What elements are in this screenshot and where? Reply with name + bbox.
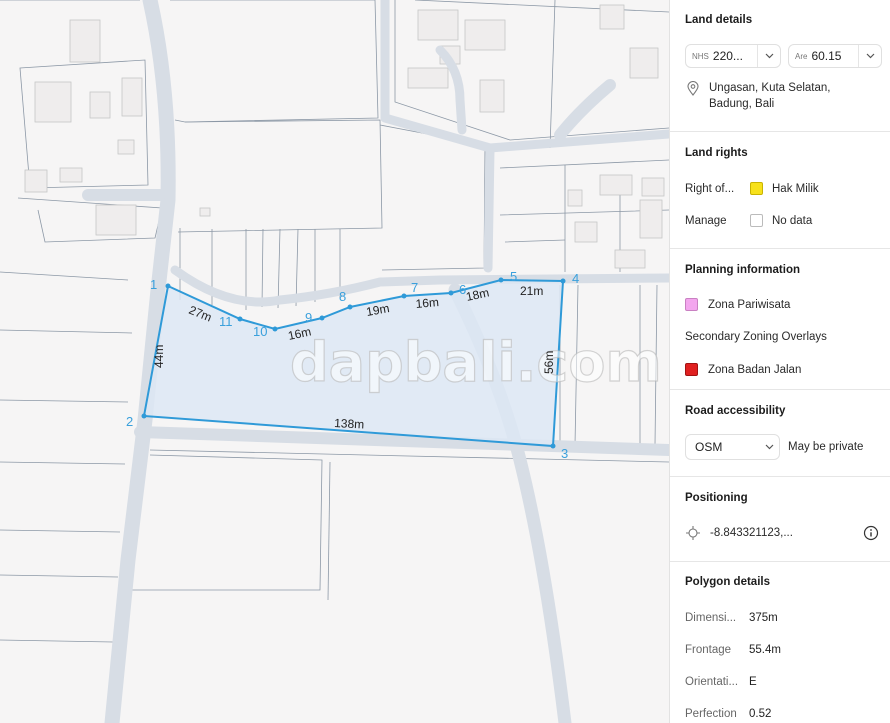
edge-length-label: 44m xyxy=(152,345,166,368)
area-prefix: Are xyxy=(795,51,808,61)
polygon-row-orientation: Orientati... E xyxy=(685,676,757,688)
overlay-color-swatch xyxy=(685,363,698,376)
vertex-label-5: 5 xyxy=(510,269,517,284)
overlay-value: Zona Badan Jalan xyxy=(708,363,802,376)
orientation-label: Orientati... xyxy=(685,676,739,688)
positioning-section: Positioning -8.843321123,... xyxy=(670,477,890,562)
vertex-dot-11[interactable] xyxy=(237,316,243,322)
road-source-value: OSM xyxy=(695,440,723,454)
polygon-title: Polygon details xyxy=(685,576,770,588)
vertex-dot-4[interactable] xyxy=(560,278,566,284)
map-svg[interactable]: 1 2 3 4 5 6 7 8 9 10 11 dapbali.com 27m … xyxy=(0,0,669,723)
vertex-dot-2[interactable] xyxy=(141,413,147,419)
location-pin-icon xyxy=(687,81,699,99)
vertex-dot-6[interactable] xyxy=(448,290,454,296)
area-value: 60.15 xyxy=(811,49,842,63)
land-details-title: Land details xyxy=(685,14,753,26)
vertex-label-3: 3 xyxy=(561,446,568,461)
overlays-heading: Secondary Zoning Overlays xyxy=(685,331,827,343)
vertex-label-1: 1 xyxy=(150,277,157,292)
zone-color-swatch xyxy=(685,298,698,311)
dimension-label: Dimensi... xyxy=(685,612,737,624)
road-source-select[interactable]: OSM xyxy=(685,434,780,460)
vertex-dot-5[interactable] xyxy=(498,277,504,283)
area-select[interactable]: Are 60.15 xyxy=(788,44,882,68)
vertex-label-8: 8 xyxy=(339,289,346,304)
map-canvas[interactable]: 1 2 3 4 5 6 7 8 9 10 11 dapbali.com 27m … xyxy=(0,0,669,723)
vertex-dot-3[interactable] xyxy=(550,443,556,449)
perfection-label: Perfection xyxy=(685,708,737,720)
chevron-down-icon xyxy=(757,45,780,67)
edge-length-label: 21m xyxy=(520,284,543,298)
right-of-label: Right of... xyxy=(685,182,735,195)
polygon-section: Polygon details Dimensi... 375m Frontage… xyxy=(670,562,890,723)
manage-row: Manage No data xyxy=(685,214,812,227)
right-of-row: Right of... Hak Milik xyxy=(685,182,819,195)
land-details-section: Land details NHS 220... Are 60.15 Ungasa… xyxy=(670,0,890,132)
nhs-select[interactable]: NHS 220... xyxy=(685,44,781,68)
location-text: Ungasan, Kuta Selatan, Badung, Bali xyxy=(709,80,830,112)
crosshair-icon xyxy=(685,525,701,544)
nhs-value: 220... xyxy=(712,49,743,63)
zone-row: Zona Pariwisata xyxy=(685,298,790,311)
polygon-row-dimension: Dimensi... 375m xyxy=(685,612,778,624)
location-line-1: Ungasan, Kuta Selatan, xyxy=(709,82,831,94)
chevron-down-icon xyxy=(759,444,779,450)
details-panel: Land details NHS 220... Are 60.15 Ungasa… xyxy=(669,0,890,723)
planning-title: Planning information xyxy=(685,264,800,276)
manage-value: No data xyxy=(772,214,813,227)
watermark: dapbali.com xyxy=(290,331,662,394)
vertex-label-11: 11 xyxy=(219,314,233,329)
edge-length-label: 56m xyxy=(542,351,556,374)
vertex-dot-9[interactable] xyxy=(319,315,325,321)
manage-color-swatch xyxy=(750,214,763,227)
info-icon[interactable] xyxy=(863,525,879,544)
vertex-label-2: 2 xyxy=(126,414,133,429)
road-section: Road accessibility OSM May be private xyxy=(670,390,890,477)
vertex-label-4: 4 xyxy=(572,271,579,286)
polygon-row-frontage: Frontage 55.4m xyxy=(685,644,781,656)
coordinates-value[interactable]: -8.843321123,... xyxy=(710,527,793,539)
chevron-down-icon xyxy=(858,45,881,67)
positioning-title: Positioning xyxy=(685,492,748,504)
vertex-dot-1[interactable] xyxy=(165,283,171,289)
right-color-swatch xyxy=(750,182,763,195)
frontage-label: Frontage xyxy=(685,644,732,656)
road-status: May be private xyxy=(788,441,864,453)
road-title: Road accessibility xyxy=(685,405,786,417)
orientation-value: E xyxy=(749,676,757,688)
zone-value: Zona Pariwisata xyxy=(708,298,791,311)
vertex-label-7: 7 xyxy=(411,280,418,295)
nhs-prefix: NHS xyxy=(692,51,709,61)
overlay-row: Zona Badan Jalan xyxy=(685,363,801,376)
edge-length-label: 16m xyxy=(415,295,439,311)
vertex-dot-10[interactable] xyxy=(272,326,278,332)
edge-length-label: 138m xyxy=(334,416,365,432)
perfection-value: 0.52 xyxy=(749,708,772,720)
vertex-label-9: 9 xyxy=(305,310,312,325)
vertex-label-10: 10 xyxy=(253,324,267,339)
land-rights-section: Land rights Right of... Hak Milik Manage… xyxy=(670,132,890,249)
dimension-value: 375m xyxy=(749,612,778,624)
vertex-dot-7[interactable] xyxy=(401,293,407,299)
land-rights-title: Land rights xyxy=(685,147,748,159)
polygon-row-perfection: Perfection 0.52 xyxy=(685,708,771,720)
manage-label: Manage xyxy=(685,214,727,227)
planning-section: Planning information Zona Pariwisata Sec… xyxy=(670,249,890,390)
vertex-dot-8[interactable] xyxy=(347,304,353,310)
right-of-value: Hak Milik xyxy=(772,182,819,195)
frontage-value: 55.4m xyxy=(749,644,781,656)
location-line-2: Badung, Bali xyxy=(709,98,775,110)
